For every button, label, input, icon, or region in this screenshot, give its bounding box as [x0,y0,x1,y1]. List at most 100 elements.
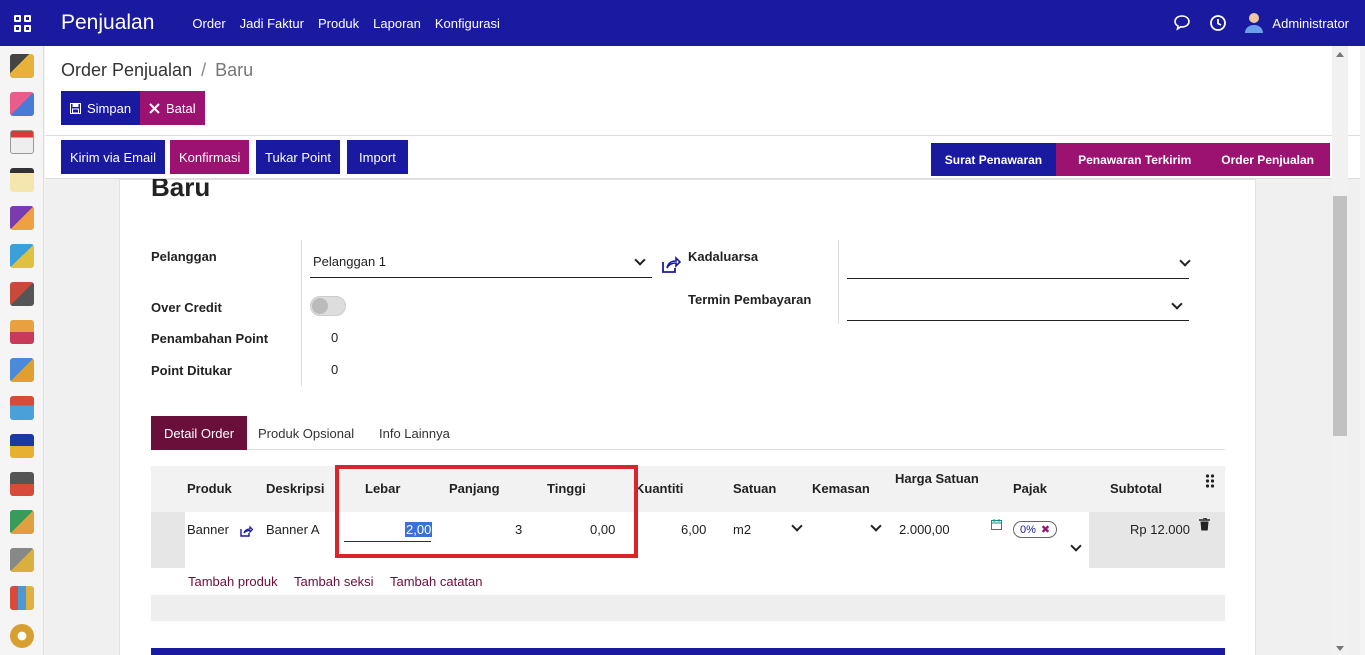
col-description[interactable]: Deskripsi [266,481,325,496]
payment-terms-dropdown-icon[interactable] [1171,298,1183,310]
tax-value: 0% [1020,523,1036,536]
tab-other-info[interactable]: Info Lainnya [366,416,463,450]
sidebar-fleet-icon[interactable] [10,358,34,382]
col-packaging[interactable]: Kemasan [812,481,870,496]
sidebar-settings-icon[interactable] [10,624,34,648]
column-options-icon[interactable] [1205,474,1215,488]
sidebar-sales-icon[interactable] [10,54,34,78]
user-avatar-icon[interactable] [1244,13,1264,33]
tax-tag[interactable]: 0% ✖ [1013,521,1058,538]
send-email-button[interactable]: Kirim via Email [61,140,165,174]
expiry-dropdown-icon[interactable] [1179,255,1191,267]
row-description[interactable]: Banner A [266,522,320,537]
over-credit-toggle[interactable] [310,296,346,316]
tab-detail-order[interactable]: Detail Order [151,416,248,450]
row-unit-price[interactable]: 2.000,00 [899,522,950,537]
control-panel: Order Penjualan / Baru Simpan Batal [45,46,1360,136]
stage-pipeline: Surat Penawaran Penawaran Terkirim Order… [930,143,1330,176]
scroll-down-icon[interactable] [1336,646,1344,651]
unit-dropdown-icon[interactable] [791,520,803,532]
sidebar-accounting-icon[interactable] [10,510,34,534]
confirm-button[interactable]: Konfirmasi [170,140,250,174]
user-name[interactable]: Administrator [1272,16,1349,31]
form-sheet: Baru Pelanggan Pelanggan 1 Over Credit P… [119,179,1256,655]
menu-laporan[interactable]: Laporan [373,16,421,31]
customer-dropdown-icon[interactable] [634,254,646,266]
sidebar-contacts-icon[interactable] [10,206,34,230]
discard-button[interactable]: Batal [140,91,205,125]
added-point-label: Penambahan Point [151,331,269,346]
over-credit-label: Over Credit [151,300,222,315]
row-product[interactable]: Banner [187,522,229,537]
packaging-dropdown-icon[interactable] [870,520,882,532]
menu-order[interactable]: Order [192,16,225,31]
sidebar-dashboard-icon[interactable] [10,586,34,610]
stage-sales-order[interactable]: Order Penjualan [1207,143,1330,176]
breadcrumb-parent[interactable]: Order Penjualan [61,60,192,80]
trash-icon[interactable] [1199,518,1210,531]
chat-icon[interactable] [1172,13,1192,33]
row-quantity[interactable]: 6,00 [681,522,706,537]
col-tax[interactable]: Pajak [1013,481,1047,496]
apps-menu-icon[interactable] [0,0,44,46]
remove-tag-icon[interactable]: ✖ [1041,523,1050,536]
close-icon [149,102,160,114]
discard-label: Batal [166,100,196,116]
sidebar-archive-icon[interactable] [10,434,34,458]
divider [838,240,839,324]
save-button[interactable]: Simpan [61,91,141,125]
customer-field[interactable]: Pelanggan 1 [313,254,386,269]
sidebar-notes-icon[interactable] [10,168,34,192]
sidebar-calendar-icon[interactable] [10,130,34,154]
tax-dropdown-icon[interactable] [1070,540,1082,552]
expiry-label: Kadaluarsa [688,249,759,264]
save-label: Simpan [87,100,132,116]
scroll-up-icon[interactable] [1336,52,1344,57]
row-unit[interactable]: m2 [733,522,751,537]
payment-terms-field[interactable] [847,320,1189,321]
sidebar-employees-icon[interactable] [10,282,34,306]
sidebar-shop-icon[interactable] [10,396,34,420]
add-section-link[interactable]: Tambah seksi [294,574,373,589]
product-external-link-icon[interactable] [240,525,253,537]
breadcrumb-current: Baru [215,60,254,80]
customer-label: Pelanggan [151,249,217,264]
stage-quotation[interactable]: Surat Penawaran [930,143,1057,176]
col-quantity[interactable]: Kuantiti [635,481,683,496]
col-unit[interactable]: Satuan [733,481,776,496]
app-title[interactable]: Penjualan [61,11,154,35]
breadcrumb: Order Penjualan / Baru [61,60,253,81]
row-subtotal: Rp 12.000 [1130,522,1190,537]
col-unit-price[interactable]: Harga Satuan [895,471,979,486]
totals-bar [151,648,1225,655]
clock-icon[interactable] [1208,13,1228,33]
sidebar-manufacturing-icon[interactable] [10,472,34,496]
calendar-icon[interactable] [991,519,1002,530]
menu-jadi-faktur[interactable]: Jadi Faktur [240,16,304,31]
col-product[interactable]: Produk [187,481,232,496]
import-button[interactable]: Import [347,140,408,174]
table-row[interactable]: Banner Banner A 2,00 3 0,00 6,00 m2 2.00… [151,512,1225,568]
stage-quotation-sent[interactable]: Penawaran Terkirim [1056,143,1208,176]
sidebar-inventory-icon[interactable] [10,244,34,268]
highlight-box [335,465,638,558]
col-subtotal[interactable]: Subtotal [1110,481,1162,496]
sidebar-tools-icon[interactable] [10,548,34,572]
menu-konfigurasi[interactable]: Konfigurasi [435,16,500,31]
external-link-icon[interactable] [661,256,681,274]
tab-optional-products[interactable]: Produk Opsional [245,416,367,450]
payment-terms-label: Termin Pembayaran [688,292,812,307]
expiry-field[interactable] [847,278,1189,279]
menu-produk[interactable]: Produk [318,16,359,31]
redeem-point-button[interactable]: Tukar Point [256,140,340,174]
sidebar-crm-icon[interactable] [10,92,34,116]
row-handle[interactable] [151,512,185,568]
add-product-link[interactable]: Tambah produk [188,574,278,589]
form-area: Baru Pelanggan Pelanggan 1 Over Credit P… [45,179,1360,655]
sidebar [0,46,44,655]
add-note-link[interactable]: Tambah catatan [390,574,483,589]
scrollbar-thumb[interactable] [1333,196,1347,436]
scrollbar[interactable] [1332,46,1348,655]
divider [301,240,302,386]
sidebar-pos-icon[interactable] [10,320,34,344]
